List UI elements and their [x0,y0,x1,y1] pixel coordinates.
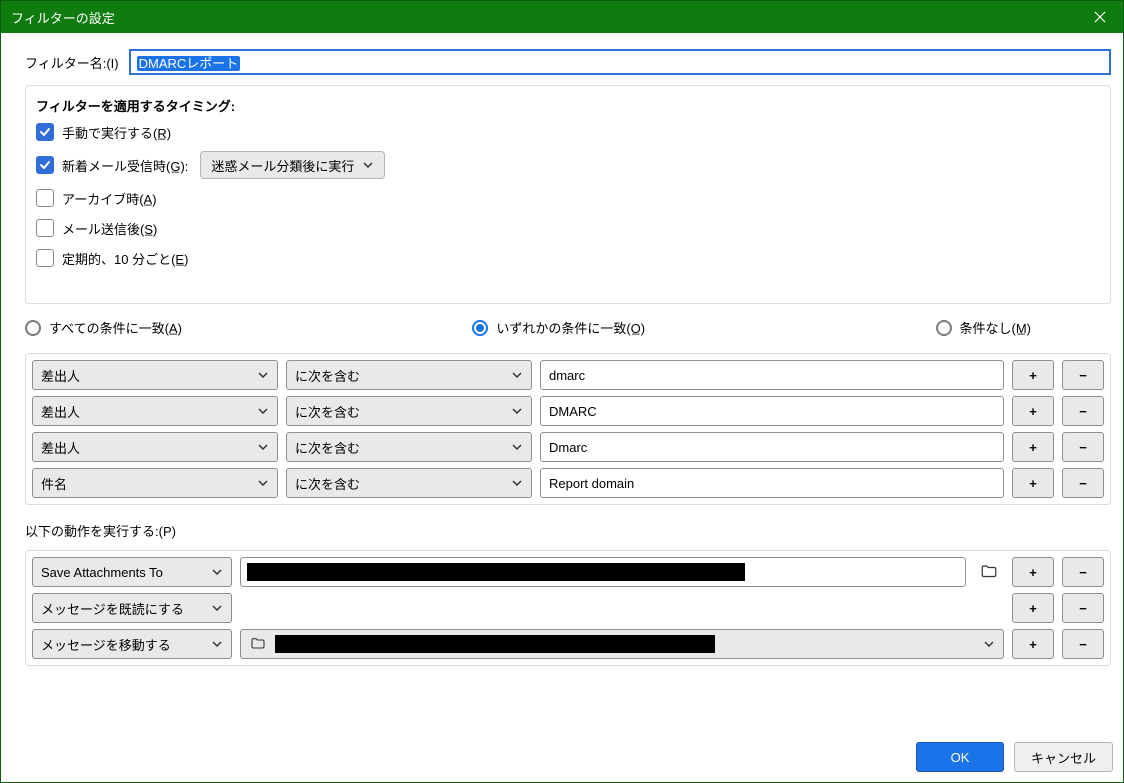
conditions-box: 差出人 に次を含む dmarc + − 差出人 に次を含む DMARC + − … [25,353,1111,505]
ok-button[interactable]: OK [916,742,1004,772]
action-type-select[interactable]: メッセージを移動する [32,629,232,659]
chevron-down-icon [257,369,269,381]
cancel-button[interactable]: キャンセル [1014,742,1113,772]
on-archive-checkbox[interactable] [36,189,54,207]
condition-op-select[interactable]: に次を含む [286,396,532,426]
action-remove-button[interactable]: − [1062,557,1104,587]
action-type-select[interactable]: Save Attachments To [32,557,232,587]
timing-group-title: フィルターを適用するタイミング: [36,96,1100,115]
filter-name-row: フィルター名:(I) DMARCレポート [25,49,1111,75]
condition-value-input[interactable]: Report domain [540,468,1004,498]
manual-run-label: 手動で実行する(R̲) [62,123,171,142]
action-row-move-message: メッセージを移動する + − [32,629,1104,659]
action-row-mark-read: メッセージを既読にする + − [32,593,1104,623]
folder-icon [980,563,998,581]
close-button[interactable] [1077,1,1123,33]
condition-row: 差出人 に次を含む DMARC + − [32,396,1104,426]
action-add-button[interactable]: + [1012,593,1054,623]
after-send-checkbox[interactable] [36,219,54,237]
condition-remove-button[interactable]: − [1062,468,1104,498]
titlebar: フィルターの設定 [1,1,1123,33]
action-destination-select[interactable] [240,629,1004,659]
on-receive-dropdown[interactable]: 迷惑メール分類後に実行 [200,151,385,179]
condition-remove-button[interactable]: − [1062,432,1104,462]
manual-run-checkbox[interactable] [36,123,54,141]
action-type-select[interactable]: メッセージを既読にする [32,593,232,623]
match-all-label: すべての条件に一致(A̲) [49,318,182,337]
chevron-down-icon [511,441,523,453]
periodic-label: 定期的、10 分ごと(E̲) [62,249,188,268]
on-archive-label: アーカイブ時(A̲) [62,189,157,208]
match-mode-row: すべての条件に一致(A̲) いずれかの条件に一致(O̲) 条件なし(M̲) [25,318,1111,337]
condition-remove-button[interactable]: − [1062,360,1104,390]
periodic-checkbox[interactable] [36,249,54,267]
action-add-button[interactable]: + [1012,557,1054,587]
condition-field-select[interactable]: 差出人 [32,396,278,426]
action-add-button[interactable]: + [1012,629,1054,659]
chevron-down-icon [257,405,269,417]
condition-row: 件名 に次を含む Report domain + − [32,468,1104,498]
match-none-label: 条件なし(M̲) [960,318,1032,337]
condition-remove-button[interactable]: − [1062,396,1104,426]
match-any-label: いずれかの条件に一致(O̲) [496,318,645,337]
match-none-radio[interactable]: 条件なし(M̲) [936,318,1032,337]
chevron-down-icon [211,602,223,614]
condition-op-select[interactable]: に次を含む [286,468,532,498]
folder-icon [249,635,267,653]
redacted-path [275,635,715,653]
chevron-down-icon [257,441,269,453]
condition-field-select[interactable]: 差出人 [32,432,278,462]
window-title: フィルターの設定 [11,8,115,27]
actions-title: 以下の動作を実行する:(P) [25,521,1111,540]
on-receive-label: 新着メール受信時(G̲): [62,156,188,175]
chevron-down-icon [983,638,995,650]
on-receive-dropdown-value: 迷惑メール分類後に実行 [211,156,354,175]
after-send-label: メール送信後(S̲) [62,219,157,238]
chevron-down-icon [511,405,523,417]
action-path-input[interactable] [240,557,966,587]
condition-add-button[interactable]: + [1012,432,1054,462]
dialog-footer: OK キャンセル [1,732,1123,782]
match-any-radio[interactable]: いずれかの条件に一致(O̲) [472,318,645,337]
filter-name-input[interactable]: DMARCレポート [129,49,1111,75]
chevron-down-icon [211,638,223,650]
chevron-down-icon [511,477,523,489]
condition-add-button[interactable]: + [1012,468,1054,498]
on-receive-checkbox[interactable] [36,156,54,174]
action-row-save-attachments: Save Attachments To + − [32,557,1104,587]
filter-name-value: DMARCレポート [137,56,241,71]
action-remove-button[interactable]: − [1062,593,1104,623]
action-remove-button[interactable]: − [1062,629,1104,659]
redacted-path [247,563,745,581]
condition-value-input[interactable]: Dmarc [540,432,1004,462]
chevron-down-icon [211,566,223,578]
close-icon [1094,11,1106,23]
filter-name-label: フィルター名:(I) [25,53,119,72]
chevron-down-icon [511,369,523,381]
chevron-down-icon [362,159,374,171]
timing-group: フィルターを適用するタイミング: 手動で実行する(R̲) 新着メール受信時(G̲… [25,85,1111,304]
condition-field-select[interactable]: 件名 [32,468,278,498]
actions-box: Save Attachments To + − メッセージを既読にする + − … [25,550,1111,666]
condition-row: 差出人 に次を含む Dmarc + − [32,432,1104,462]
condition-row: 差出人 に次を含む dmarc + − [32,360,1104,390]
condition-op-select[interactable]: に次を含む [286,360,532,390]
condition-field-select[interactable]: 差出人 [32,360,278,390]
condition-add-button[interactable]: + [1012,360,1054,390]
match-all-radio[interactable]: すべての条件に一致(A̲) [25,318,182,337]
condition-op-select[interactable]: に次を含む [286,432,532,462]
condition-add-button[interactable]: + [1012,396,1054,426]
browse-folder-button[interactable] [974,557,1004,587]
condition-value-input[interactable]: dmarc [540,360,1004,390]
condition-value-input[interactable]: DMARC [540,396,1004,426]
chevron-down-icon [257,477,269,489]
